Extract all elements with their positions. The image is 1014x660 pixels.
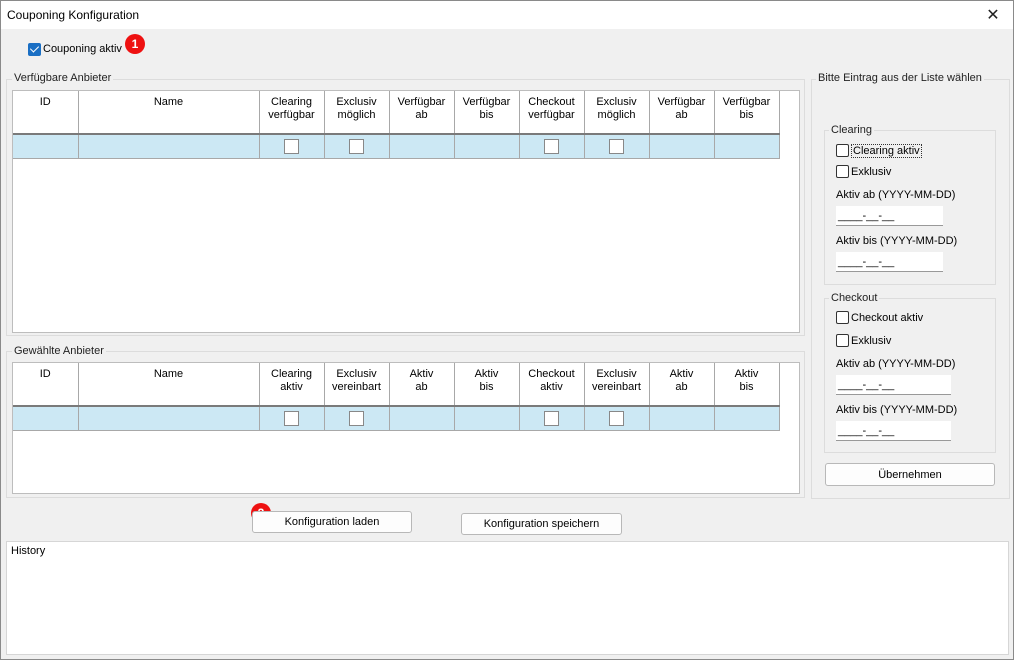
- column-header-name[interactable]: Name: [78, 363, 260, 407]
- clearing-from-label: Aktiv ab (YYYY-MM-DD): [836, 189, 956, 201]
- column-header-id[interactable]: ID: [13, 363, 79, 407]
- checkout-from-label: Aktiv ab (YYYY-MM-DD): [836, 358, 956, 370]
- cell-id[interactable]: [13, 406, 79, 431]
- cell-exclusive-agreed-2[interactable]: [584, 406, 650, 431]
- cell-available-from[interactable]: [389, 134, 455, 159]
- cell-name[interactable]: [78, 406, 260, 431]
- column-header-name[interactable]: Name: [78, 91, 260, 135]
- exclusive-agreed-checkbox-2[interactable]: [609, 410, 624, 426]
- couponing-active-checkbox[interactable]: [28, 43, 41, 56]
- checkout-active-checkbox[interactable]: [836, 311, 849, 324]
- checkout-to-input[interactable]: ____-__-__: [836, 421, 951, 441]
- history-label: History: [11, 545, 46, 557]
- checkout-to-label: Aktiv bis (YYYY-MM-DD): [836, 404, 958, 416]
- column-header-active-from[interactable]: Aktiv ab: [389, 363, 455, 407]
- checkout-group-label: Checkout: [829, 292, 880, 304]
- cell-active-from-2[interactable]: [649, 406, 715, 431]
- column-header-available-to-2[interactable]: Verfügbar bis: [714, 91, 780, 135]
- clearing-exclusive-checkbox[interactable]: [836, 165, 849, 178]
- couponing-config-window: Couponing Konfiguration ✕ Couponing akti…: [0, 0, 1014, 660]
- exclusive-possible-checkbox[interactable]: [349, 138, 364, 154]
- window-title: Couponing Konfiguration: [7, 8, 140, 22]
- cell-active-to-2[interactable]: [714, 406, 780, 431]
- column-header-clearing-active[interactable]: Clearing aktiv: [259, 363, 325, 407]
- checkout-active-checkbox[interactable]: [544, 410, 559, 426]
- cell-available-to-2[interactable]: [714, 134, 780, 159]
- cell-available-to[interactable]: [454, 134, 520, 159]
- cell-active-to[interactable]: [454, 406, 520, 431]
- cell-name[interactable]: [78, 134, 260, 159]
- clearing-exclusive-label: Exklusiv: [851, 166, 892, 178]
- column-header-available-from[interactable]: Verfügbar ab: [389, 91, 455, 135]
- column-header-id[interactable]: ID: [13, 91, 79, 135]
- checkout-exclusive-label: Exklusiv: [851, 335, 892, 347]
- column-header-active-to[interactable]: Aktiv bis: [454, 363, 520, 407]
- load-configuration-button[interactable]: Konfiguration laden: [252, 511, 412, 533]
- clearing-group-label: Clearing: [829, 124, 874, 136]
- column-header-checkout-active[interactable]: Checkout aktiv: [519, 363, 585, 407]
- clearing-to-label: Aktiv bis (YYYY-MM-DD): [836, 235, 958, 247]
- checkout-available-checkbox[interactable]: [544, 138, 559, 154]
- couponing-active-label: Couponing aktiv: [43, 43, 122, 55]
- column-header-available-to[interactable]: Verfügbar bis: [454, 91, 520, 135]
- selected-providers-label: Gewählte Anbieter: [12, 345, 106, 357]
- cell-active-from[interactable]: [389, 406, 455, 431]
- save-configuration-button[interactable]: Konfiguration speichern: [461, 513, 622, 535]
- table-row[interactable]: [13, 134, 780, 159]
- cell-clearing-available[interactable]: [259, 134, 325, 159]
- clearing-from-input[interactable]: ____-__-__: [836, 206, 943, 226]
- column-header-active-from-2[interactable]: Aktiv ab: [649, 363, 715, 407]
- cell-checkout-active[interactable]: [519, 406, 585, 431]
- cell-exclusive-agreed[interactable]: [324, 406, 390, 431]
- column-header-exclusive-possible[interactable]: Exclusiv möglich: [324, 91, 390, 135]
- cell-exclusive-possible[interactable]: [324, 134, 390, 159]
- clearing-to-input[interactable]: ____-__-__: [836, 252, 943, 272]
- cell-clearing-active[interactable]: [259, 406, 325, 431]
- clearing-available-checkbox[interactable]: [284, 138, 299, 154]
- apply-button[interactable]: Übernehmen: [825, 463, 995, 486]
- column-header-available-from-2[interactable]: Verfügbar ab: [649, 91, 715, 135]
- available-providers-label: Verfügbare Anbieter: [12, 72, 114, 84]
- table-row[interactable]: [13, 406, 780, 431]
- cell-checkout-available[interactable]: [519, 134, 585, 159]
- column-header-clearing-available[interactable]: Clearing verfügbar: [259, 91, 325, 135]
- title-bar: Couponing Konfiguration ✕: [1, 1, 1013, 29]
- column-header-checkout-available[interactable]: Checkout verfügbar: [519, 91, 585, 135]
- cell-exclusive-possible-2[interactable]: [584, 134, 650, 159]
- cell-id[interactable]: [13, 134, 79, 159]
- column-header-exclusive-possible-2[interactable]: Exclusiv möglich: [584, 91, 650, 135]
- column-header-exclusive-agreed[interactable]: Exclusiv vereinbart: [324, 363, 390, 407]
- close-icon[interactable]: ✕: [973, 1, 1013, 29]
- checkout-exclusive-checkbox[interactable]: [836, 334, 849, 347]
- exclusive-possible-checkbox-2[interactable]: [609, 138, 624, 154]
- clearing-active-checkbox[interactable]: [284, 410, 299, 426]
- column-header-active-to-2[interactable]: Aktiv bis: [714, 363, 780, 407]
- available-providers-table: ID Name Clearing verfügbar Exclusiv mögl…: [13, 91, 780, 159]
- checkout-active-label: Checkout aktiv: [851, 312, 924, 324]
- cell-available-from-2[interactable]: [649, 134, 715, 159]
- selected-providers-grid[interactable]: ID Name Clearing aktiv Exclusiv vereinba…: [12, 362, 800, 494]
- checkout-from-input[interactable]: ____-__-__: [836, 375, 951, 395]
- column-header-exclusive-agreed-2[interactable]: Exclusiv vereinbart: [584, 363, 650, 407]
- clearing-active-label: Clearing aktiv: [851, 144, 922, 158]
- annotation-badge-1: 1: [125, 34, 145, 54]
- detail-panel-label: Bitte Eintrag aus der Liste wählen: [816, 72, 984, 84]
- history-panel[interactable]: History: [6, 541, 1009, 655]
- selected-providers-table: ID Name Clearing aktiv Exclusiv vereinba…: [13, 363, 780, 431]
- available-providers-grid[interactable]: ID Name Clearing verfügbar Exclusiv mögl…: [12, 90, 800, 333]
- clearing-active-checkbox[interactable]: [836, 144, 849, 157]
- exclusive-agreed-checkbox[interactable]: [349, 410, 364, 426]
